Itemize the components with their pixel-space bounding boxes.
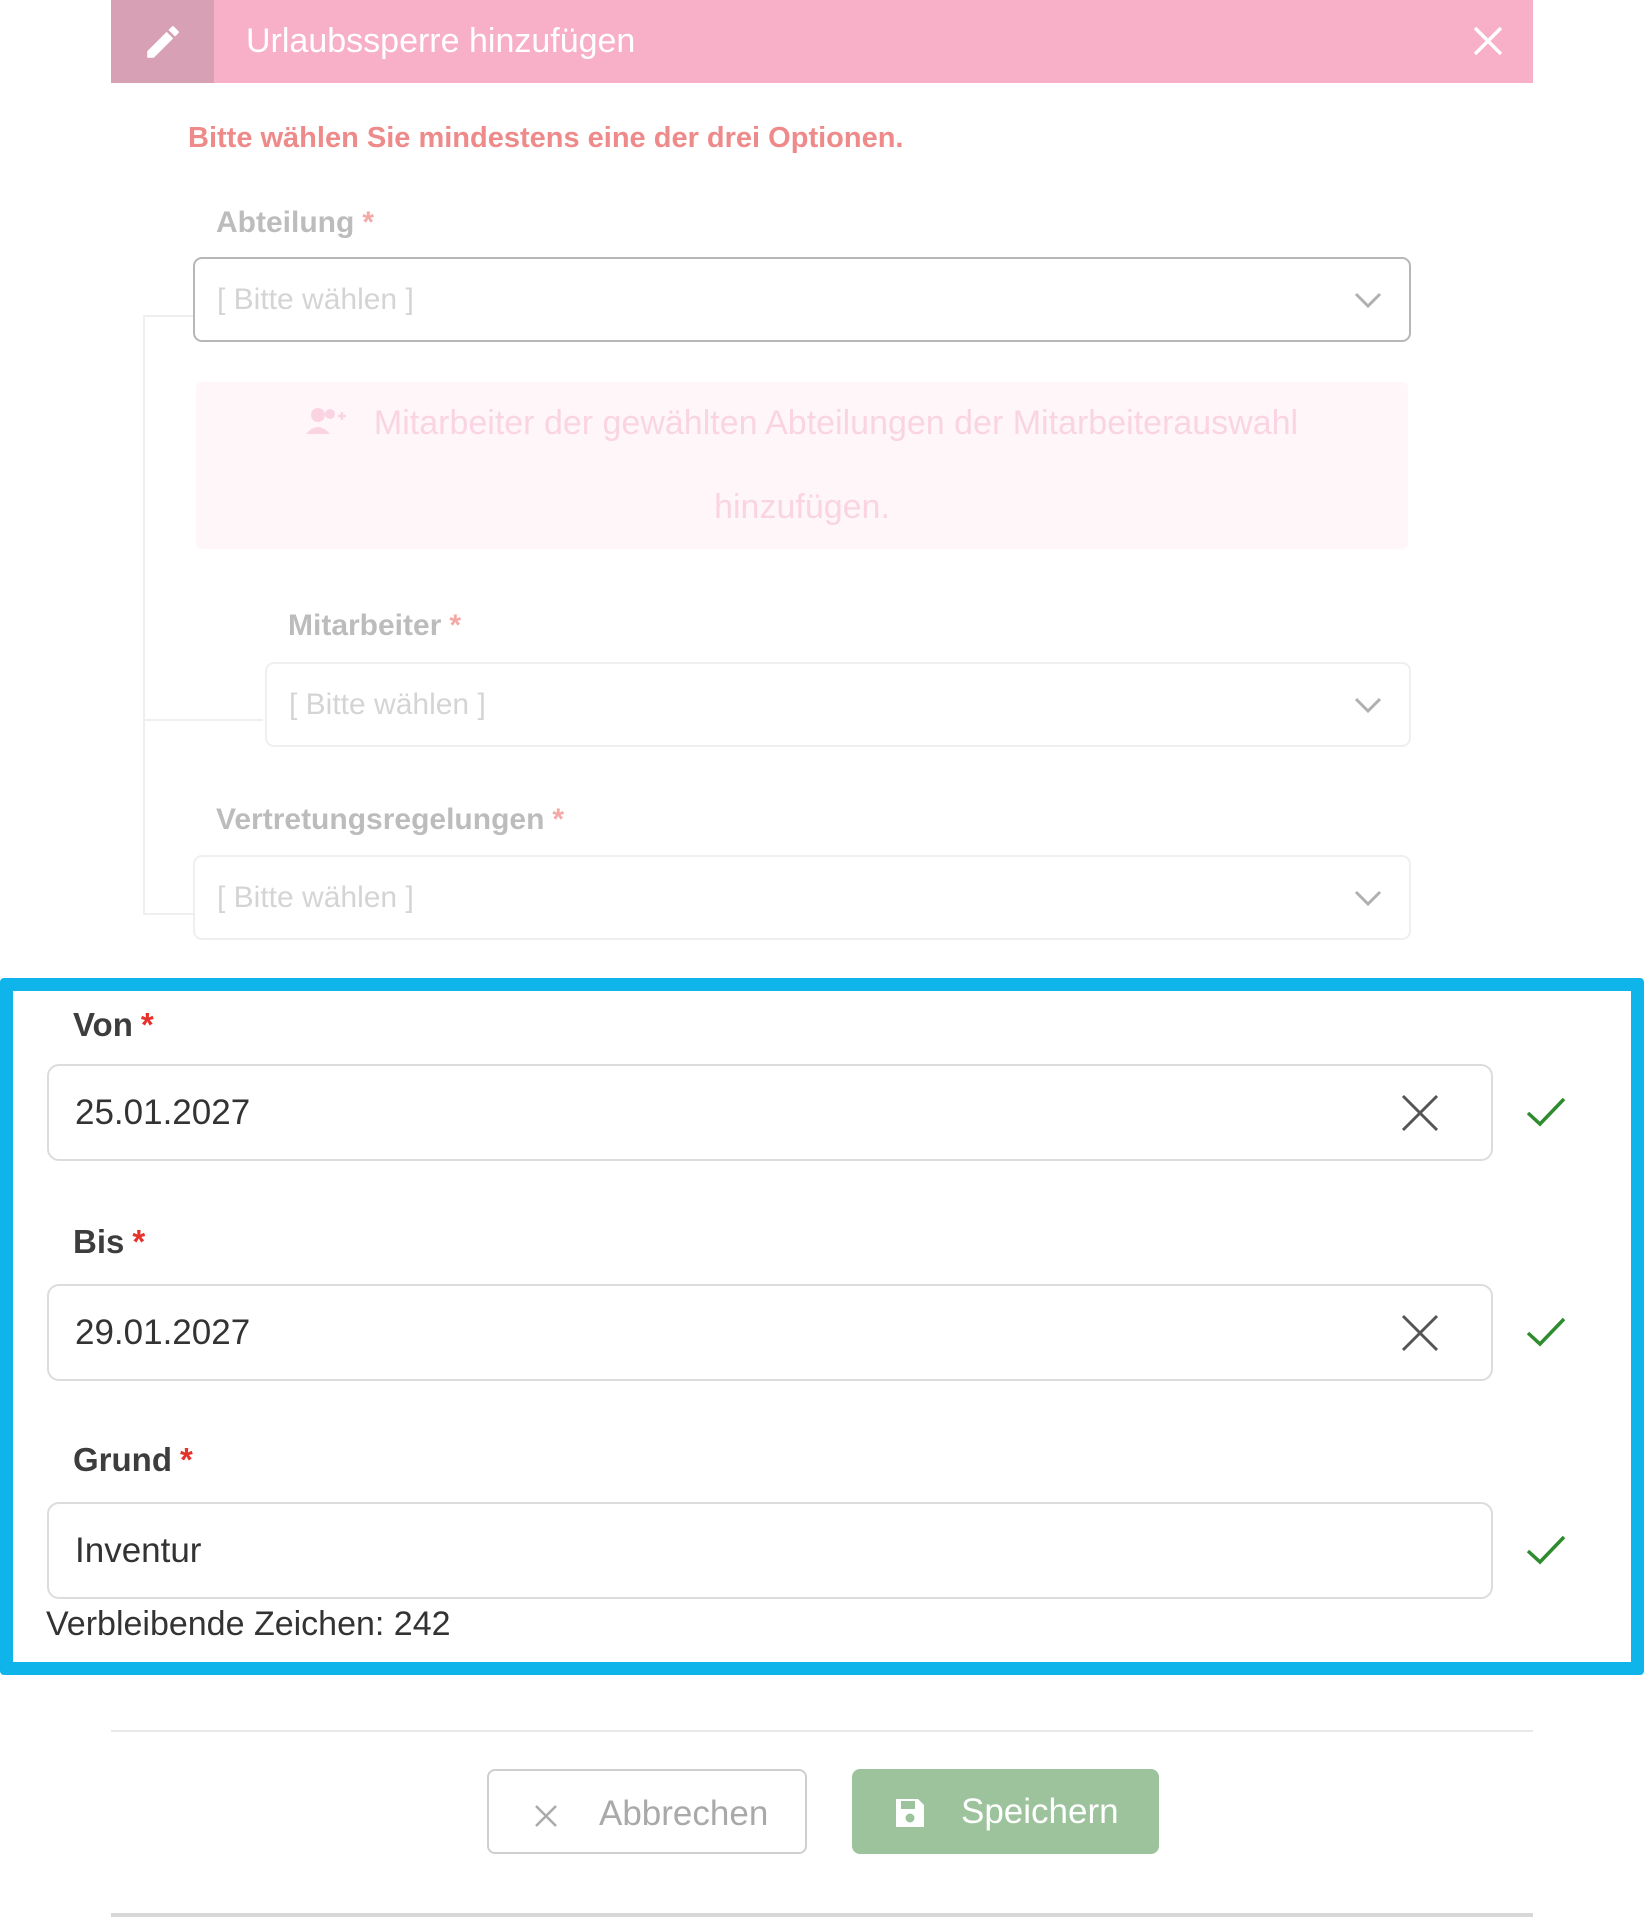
valid-check-icon [1526,1535,1566,1565]
mitarbeiter-label-text: Mitarbeiter [288,609,442,642]
bottom-divider [111,1913,1533,1917]
validation-error: Bitte wählen Sie mindestens eine der dre… [188,122,904,154]
remaining-chars-counter: Verbleibende Zeichen: 242 [46,1605,451,1643]
required-marker: * [552,803,565,836]
dialog-header: Urlaubssperre hinzufügen [111,0,1533,83]
grund-label: Grund * [73,1441,193,1479]
mitarbeiter-placeholder: [ Bitte wählen ] [289,688,486,721]
cancel-button[interactable]: Abbrechen [487,1769,807,1854]
vertretung-placeholder: [ Bitte wählen ] [217,881,414,914]
grund-value: Inventur [75,1531,202,1570]
von-date-input[interactable]: 25.01.2027 [47,1064,1493,1161]
required-marker: * [140,1006,154,1043]
save-button-label: Speichern [961,1792,1119,1831]
user-add-icon [305,384,346,466]
chevron-down-icon [1354,697,1382,713]
bis-date-input[interactable]: 29.01.2027 [47,1284,1493,1381]
abteilung-placeholder: [ Bitte wählen ] [217,283,414,316]
bis-label: Bis * [73,1223,145,1261]
required-marker: * [132,1223,146,1260]
info-text-line1: Mitarbeiter der gewählten Abteilungen de… [373,404,1299,442]
tree-connector [143,315,193,317]
tree-connector [143,719,263,721]
close-icon[interactable] [1467,20,1509,62]
required-marker: * [179,1441,193,1478]
info-text: Mitarbeiter der gewählten Abteilungen de… [196,382,1408,548]
cancel-button-label: Abbrechen [599,1794,769,1833]
required-marker: * [449,609,462,642]
clear-icon[interactable] [1399,1092,1441,1134]
abteilung-label-text: Abteilung [216,206,355,239]
footer-divider [111,1730,1533,1732]
pencil-icon [111,0,214,83]
close-icon [535,1805,557,1827]
bis-label-text: Bis [73,1223,125,1260]
von-label: Von * [73,1006,154,1044]
clear-icon[interactable] [1399,1312,1441,1354]
vertretung-label-text: Vertretungsregelungen [216,803,545,836]
add-employees-info[interactable]: Mitarbeiter der gewählten Abteilungen de… [196,382,1408,549]
chevron-down-icon [1354,890,1382,906]
chevron-down-icon [1354,292,1382,308]
tree-connector [143,315,145,915]
save-icon [896,1799,924,1827]
mitarbeiter-label: Mitarbeiter * [288,609,461,643]
grund-label-text: Grund [73,1441,172,1478]
grund-input[interactable]: Inventur [47,1502,1493,1599]
valid-check-icon [1526,1097,1566,1127]
bis-value: 29.01.2027 [75,1313,251,1352]
valid-check-icon [1526,1317,1566,1347]
vertretung-select[interactable]: [ Bitte wählen ] [193,855,1411,940]
mitarbeiter-select[interactable]: [ Bitte wählen ] [265,662,1411,747]
abteilung-select[interactable]: [ Bitte wählen ] [193,257,1411,342]
tree-connector [143,913,193,915]
vertretung-label: Vertretungsregelungen * [216,803,564,837]
required-marker: * [362,206,374,239]
info-text-line2: hinzufügen. [714,488,890,527]
abteilung-label: Abteilung * [216,206,374,240]
von-label-text: Von [73,1006,133,1043]
dialog-title: Urlaubssperre hinzufügen [246,22,636,60]
von-value: 25.01.2027 [75,1093,251,1132]
save-button[interactable]: Speichern [852,1769,1159,1854]
